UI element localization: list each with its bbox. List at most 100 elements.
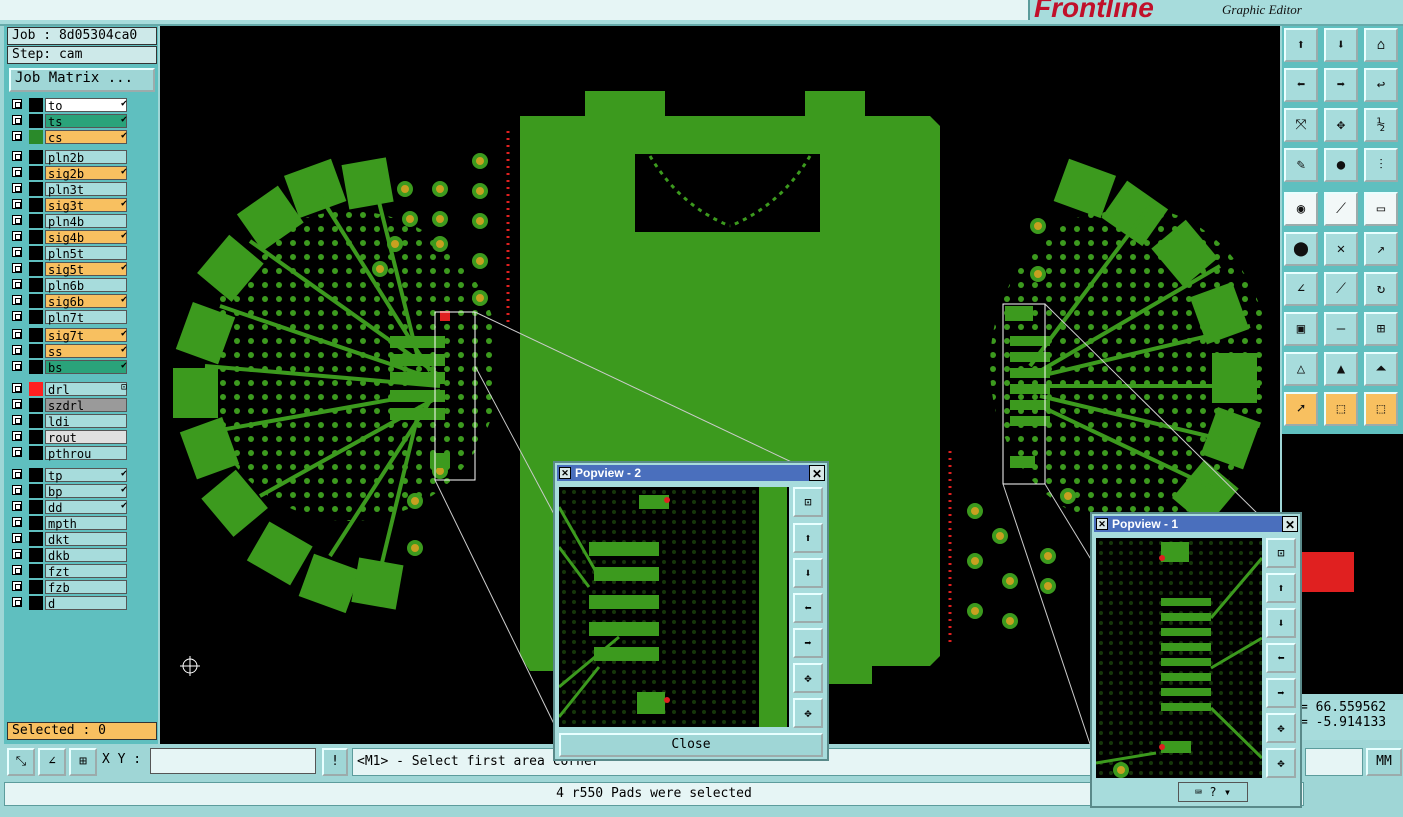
tools-icon[interactable]: ✎	[1284, 148, 1318, 182]
layer-checkbox[interactable]	[12, 431, 22, 441]
layer-checkbox[interactable]	[12, 597, 22, 607]
layer-name[interactable]: tp	[45, 468, 127, 483]
layer-name[interactable]: d	[45, 596, 127, 611]
layer-row[interactable]: sig5t ✔	[9, 262, 129, 277]
layer-row[interactable]: szdrl	[9, 398, 129, 413]
layer-checkbox[interactable]	[12, 115, 22, 125]
layer-name[interactable]: szdrl	[45, 398, 127, 413]
layer-color-swatch[interactable]	[29, 166, 43, 180]
layer-name[interactable]: sig3t	[45, 198, 127, 213]
pan-left-icon[interactable]: ⬅	[1284, 68, 1318, 102]
layer-name[interactable]: bs	[45, 360, 127, 375]
layer-checkbox[interactable]	[12, 501, 22, 511]
net-icon[interactable]: ⫶	[1364, 148, 1398, 182]
popview-1-canvas[interactable]	[1095, 538, 1264, 778]
layer-checkbox[interactable]	[12, 399, 22, 409]
measure-line-icon[interactable]: ⟋	[1324, 192, 1358, 226]
layer-name[interactable]: rout	[45, 430, 127, 445]
layer-row[interactable]: pln6b	[9, 278, 129, 293]
layer-row[interactable]: rout	[9, 430, 129, 445]
layer-color-swatch[interactable]	[29, 516, 43, 530]
popview-up-icon[interactable]: ⬆	[1266, 573, 1296, 603]
layer-color-swatch[interactable]	[29, 182, 43, 196]
popview-close-button[interactable]: Close	[559, 733, 823, 757]
layer-name[interactable]: bp	[45, 484, 127, 499]
layer-row[interactable]: fzb	[9, 580, 129, 595]
layer-name[interactable]: pln4b	[45, 214, 127, 229]
layer-checkbox[interactable]	[12, 447, 22, 457]
layer-checkbox[interactable]	[12, 279, 22, 289]
layer-row[interactable]: to ✔	[9, 98, 129, 113]
home-icon[interactable]: ⌂	[1364, 28, 1398, 62]
layer-checkbox[interactable]	[12, 231, 22, 241]
layer-checkbox[interactable]	[12, 345, 22, 355]
popview-fit-icon[interactable]: ✥	[1266, 713, 1296, 743]
close-icon[interactable]: ✕	[1282, 516, 1298, 532]
zoom-up-icon[interactable]: ⬆	[1284, 28, 1318, 62]
pointer-box-icon[interactable]: ⬚	[1324, 392, 1358, 426]
square-point-icon[interactable]: ▣	[1284, 312, 1318, 346]
popview-2-title[interactable]: ✕ Popview - 2 ✕	[557, 465, 825, 481]
angle-icon[interactable]: ∠	[1284, 272, 1318, 306]
fit-icon[interactable]: ⤧	[1284, 108, 1318, 142]
popview-down-icon[interactable]: ⬇	[793, 558, 823, 588]
grid-icon[interactable]: ⊞	[69, 748, 97, 776]
layer-checkbox[interactable]	[12, 485, 22, 495]
scale-icon[interactable]: ½	[1364, 108, 1398, 142]
popview-up-icon[interactable]: ⬆	[793, 523, 823, 553]
keyboard-icon[interactable]: ⌨	[1195, 785, 1202, 799]
layer-name[interactable]: pln7t	[45, 310, 127, 325]
layer-color-swatch[interactable]	[29, 278, 43, 292]
layer-checkbox[interactable]	[12, 565, 22, 575]
popview-2-canvas[interactable]	[557, 487, 789, 727]
layer-color-swatch[interactable]	[29, 344, 43, 358]
layer-checkbox[interactable]	[12, 311, 22, 321]
layer-checkbox[interactable]	[12, 247, 22, 257]
layer-name[interactable]: dd	[45, 500, 127, 515]
layer-color-swatch[interactable]	[29, 214, 43, 228]
layer-name[interactable]: mpth	[45, 516, 127, 531]
layer-color-swatch[interactable]	[29, 596, 43, 610]
back-icon[interactable]: ↩	[1364, 68, 1398, 102]
zoom-down-icon[interactable]: ⬇	[1324, 28, 1358, 62]
layer-color-swatch[interactable]	[29, 114, 43, 128]
layer-checkbox[interactable]	[12, 329, 22, 339]
popview-right-icon[interactable]: ➡	[1266, 678, 1296, 708]
popview-zoom-icon[interactable]: ⊡	[1266, 538, 1296, 568]
layer-color-swatch[interactable]	[29, 382, 43, 396]
job-matrix-button[interactable]: Job Matrix ...	[9, 68, 155, 92]
layer-color-swatch[interactable]	[29, 98, 43, 112]
layer-color-swatch[interactable]	[29, 130, 43, 144]
layer-row[interactable]: ldi	[9, 414, 129, 429]
triangle-up-icon[interactable]: ▲	[1324, 352, 1358, 386]
layer-color-swatch[interactable]	[29, 548, 43, 562]
layer-checkbox[interactable]	[12, 151, 22, 161]
box-dim-icon[interactable]: ⊞	[1364, 312, 1398, 346]
angle-measure-icon[interactable]: ∠	[38, 748, 66, 776]
layer-name[interactable]: sig5t	[45, 262, 127, 277]
help-icon[interactable]: ?	[1209, 785, 1216, 799]
layer-color-swatch[interactable]	[29, 468, 43, 482]
layer-checkbox[interactable]	[12, 383, 22, 393]
layer-name[interactable]: ts	[45, 114, 127, 129]
layer-checkbox[interactable]	[12, 263, 22, 273]
layer-checkbox[interactable]	[12, 581, 22, 591]
layer-checkbox[interactable]	[12, 533, 22, 543]
layer-color-swatch[interactable]	[29, 150, 43, 164]
snap-icon[interactable]: ●	[1324, 148, 1358, 182]
layer-name[interactable]: ldi	[45, 414, 127, 429]
layer-checkbox[interactable]	[12, 183, 22, 193]
layer-checkbox[interactable]	[12, 215, 22, 225]
layer-color-swatch[interactable]	[29, 446, 43, 460]
layer-color-swatch[interactable]	[29, 294, 43, 308]
layer-color-swatch[interactable]	[29, 398, 43, 412]
units-button[interactable]: MM	[1366, 748, 1402, 776]
popview-center-icon[interactable]: ✥	[1266, 748, 1296, 778]
popview-zoom-icon[interactable]: ⊡	[793, 487, 823, 517]
layer-row[interactable]: sig6b ✔	[9, 294, 129, 309]
layer-checkbox[interactable]	[12, 295, 22, 305]
top-input-strip[interactable]	[0, 0, 1030, 20]
arc-icon[interactable]: ↻	[1364, 272, 1398, 306]
layer-row[interactable]: drl ⊡	[9, 382, 129, 397]
layer-name[interactable]: sig4b	[45, 230, 127, 245]
